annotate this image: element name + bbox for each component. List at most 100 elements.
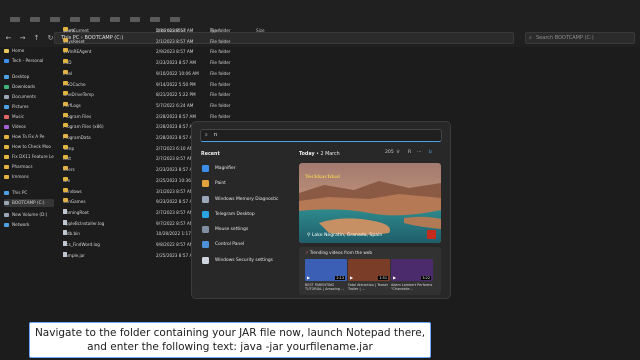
recent-app[interactable]: Telegram Desktop bbox=[202, 209, 255, 219]
recent-app[interactable]: Paint bbox=[202, 178, 226, 188]
video-thumbnail[interactable]: ▶ 3:22 bbox=[391, 259, 433, 281]
recent-app[interactable]: Magnifier bbox=[202, 163, 236, 173]
sidebar-item[interactable]: This PC bbox=[4, 189, 27, 197]
video-thumbnail[interactable]: ▶ 1:51 bbox=[348, 259, 390, 281]
search-icon: ⌕ bbox=[529, 35, 532, 41]
paste-icon[interactable] bbox=[70, 17, 80, 22]
video-caption[interactable]: Fatal Attraction | Teaser Trailer | ... bbox=[348, 283, 392, 291]
folder-icon bbox=[63, 27, 68, 31]
file-row[interactable]: Program Files 2/28/2023 8:57 AM File folde… bbox=[58, 112, 298, 121]
sidebar-item-icon bbox=[4, 75, 9, 79]
folder-icon bbox=[63, 166, 68, 171]
start-search-input[interactable]: ⌕ n bbox=[200, 129, 442, 142]
location-pin-icon: ⚲ bbox=[307, 233, 311, 238]
sidebar-item-label: New Volume (D:) bbox=[12, 212, 48, 217]
cut-icon[interactable] bbox=[30, 17, 40, 22]
file-row[interactable]: OneDriveTemp 8/21/2022 5:22 PM File folder bbox=[58, 91, 298, 99]
app-label: Telegram Desktop bbox=[215, 211, 255, 217]
sidebar-item[interactable]: Network bbox=[4, 221, 29, 229]
file-name-cell: indb.bin bbox=[63, 230, 80, 238]
up-arrow-icon[interactable]: ↑ bbox=[31, 33, 42, 44]
sidebar-item[interactable]: New Volume (D:) bbox=[4, 211, 47, 219]
sidebar-item-label: Music bbox=[12, 114, 24, 119]
wallpaper-card[interactable]: Teckkachhal ⚲ Lake Negratin, Granada, Sp… bbox=[299, 163, 441, 243]
delete-icon[interactable] bbox=[130, 17, 140, 22]
sidebar-item-label: How To Fix A Pe bbox=[12, 134, 45, 139]
video-thumbnail[interactable]: ▶ 2:13 bbox=[305, 259, 347, 281]
file-date: 9/10/2022 10:06 AM bbox=[156, 70, 199, 76]
app-icon bbox=[202, 256, 209, 264]
view-icon[interactable] bbox=[170, 17, 180, 22]
sidebar-item[interactable]: Videos bbox=[4, 123, 26, 131]
app-icon bbox=[202, 210, 209, 218]
sidebar-item[interactable]: Immons bbox=[4, 173, 29, 181]
rename-icon[interactable] bbox=[90, 17, 100, 22]
file-row[interactable]: Intel 9/10/2022 10:06 AM File folder bbox=[58, 69, 298, 78]
file-name-cell: MSOCache bbox=[63, 80, 86, 89]
sidebar-item-label: Immons bbox=[12, 174, 29, 179]
app-icon bbox=[202, 240, 209, 248]
file-row[interactable]: ESD 2/23/2023 8:57 AM File folder bbox=[58, 59, 298, 67]
app-icon bbox=[202, 225, 209, 233]
sidebar-item[interactable]: Downloads bbox=[4, 83, 35, 91]
file-row[interactable]: MSOCache 9/14/2022 5:50 PM File folder bbox=[58, 80, 298, 89]
back-arrow-icon[interactable]: ← bbox=[3, 33, 14, 44]
sidebar-item[interactable]: How To Fix A Pe bbox=[4, 133, 44, 141]
file-date: 2/28/2023 8:57 AM bbox=[156, 135, 197, 140]
file-date: 9/14/2022 5:50 PM bbox=[156, 81, 196, 87]
new-item-icon[interactable] bbox=[10, 17, 20, 22]
start-search-panel: ⌕ n Recent Magnifier Paint Windows Memory … bbox=[191, 121, 451, 299]
file-row[interactable]: $SysReset 2/1/2023 8:57 AM File folder bbox=[58, 37, 298, 46]
app-icon bbox=[202, 179, 209, 187]
sidebar-item[interactable]: Pharmacs bbox=[4, 163, 33, 171]
recent-app[interactable]: Mouse settings bbox=[202, 224, 248, 234]
rewards-points[interactable]: 205 bbox=[385, 150, 394, 155]
file-icon bbox=[63, 219, 67, 225]
video-caption[interactable]: BEST PARENTING TUTORIAL | Amazing ... bbox=[305, 283, 349, 291]
file-type: File folder bbox=[210, 49, 231, 55]
file-name-cell: ProgramData bbox=[63, 134, 91, 142]
trending-videos-card[interactable]: ↗ Trending videos from the web ▶ 2:13 BEST… bbox=[299, 247, 441, 295]
sidebar-item[interactable]: Pictures bbox=[4, 103, 29, 111]
file-date: 2/23/2023 8:57 AM bbox=[156, 167, 197, 173]
sidebar-item[interactable]: Tech - Personal bbox=[4, 57, 43, 65]
recent-app[interactable]: Control Panel bbox=[202, 239, 244, 249]
explorer-search-input[interactable]: ⌕ Search BOOTCAMP (C:) bbox=[525, 32, 635, 44]
sidebar-item[interactable]: Desktop bbox=[4, 73, 29, 81]
file-type: File folder bbox=[210, 113, 231, 119]
recent-app[interactable]: Windows Security settings bbox=[202, 255, 273, 265]
sidebar-item-label: Fix DX11 Feature Le bbox=[12, 154, 54, 159]
file-date: 2/28/2023 8:57 AM bbox=[156, 113, 197, 119]
file-type: File folder bbox=[210, 28, 231, 33]
account-avatar[interactable]: R bbox=[408, 150, 411, 155]
file-name-cell: OneDriveTemp bbox=[63, 91, 94, 99]
folder-icon bbox=[63, 187, 68, 192]
file-row[interactable]: PerfLogs 5/7/2022 6:24 AM File folder bbox=[58, 101, 298, 110]
file-type: File folder bbox=[210, 81, 231, 87]
recent-app[interactable]: Windows Memory Diagnostic bbox=[202, 194, 278, 204]
copy-icon[interactable] bbox=[50, 17, 60, 22]
sidebar-item[interactable]: Home bbox=[4, 47, 24, 55]
bing-icon[interactable]: b bbox=[429, 150, 432, 155]
sidebar-item[interactable]: Documents bbox=[4, 93, 36, 101]
file-name: Ocs_FindWord.log bbox=[63, 242, 100, 247]
file-name-cell: win bbox=[63, 176, 70, 185]
sidebar-item[interactable]: Fix DX11 Feature Le bbox=[4, 153, 54, 161]
share-icon[interactable] bbox=[110, 17, 120, 22]
sidebar-item-icon bbox=[4, 175, 9, 179]
file-row[interactable]: $GetCurrent 2/1/2023 8:57 AM File folder bbox=[58, 27, 298, 35]
more-options-icon[interactable]: ⋯ bbox=[417, 150, 422, 155]
sidebar-item[interactable]: BOOTCAMP (C:) bbox=[4, 199, 54, 207]
brand-logo-icon bbox=[427, 230, 436, 239]
video-caption[interactable]: Adam Lambert Performs "Chandelie... bbox=[391, 283, 435, 291]
sidebar-item[interactable]: Music bbox=[4, 113, 24, 121]
forward-arrow-icon[interactable]: → bbox=[17, 33, 28, 44]
sidebar-item[interactable]: How to Check Moo bbox=[4, 143, 51, 151]
folder-icon bbox=[63, 80, 68, 85]
sidebar-item-label: How to Check Moo bbox=[12, 144, 51, 149]
trophy-icon[interactable]: ♕ bbox=[396, 150, 400, 155]
file-type: File folder bbox=[210, 70, 231, 76]
sort-icon[interactable] bbox=[150, 17, 160, 22]
file-date: 9/23/2022 8:57 AM bbox=[156, 199, 197, 205]
file-row[interactable]: $WinREAgent 2/9/2023 8:57 AM File folder bbox=[58, 48, 298, 56]
